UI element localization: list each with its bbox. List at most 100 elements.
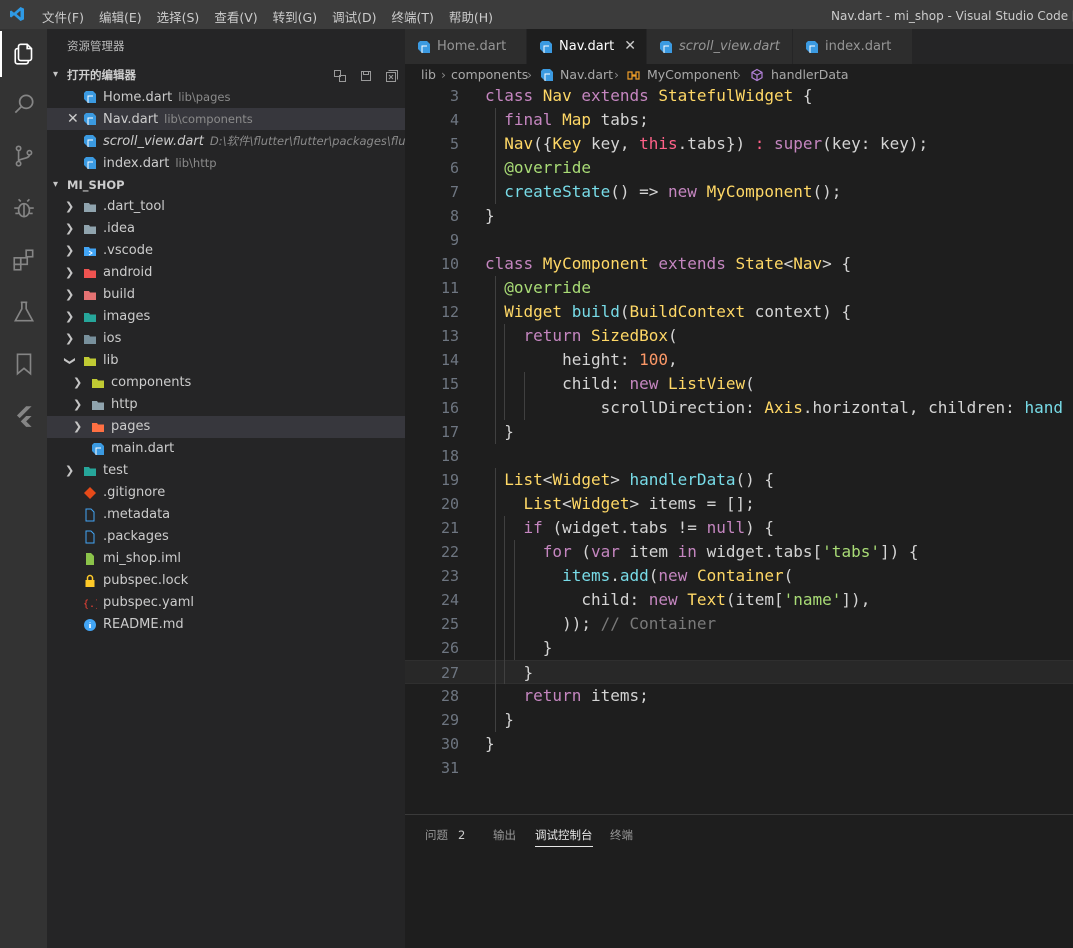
code-line[interactable]: 12 Widget build(BuildContext context) {: [405, 300, 1073, 324]
code-token: key,: [590, 134, 640, 153]
code-line[interactable]: 19 List<Widget> handlerData() {: [405, 468, 1073, 492]
close-icon[interactable]: ✕: [67, 108, 79, 130]
tree-file-gitignore[interactable]: .gitignore: [47, 482, 405, 504]
ios-folder-icon: [84, 335, 96, 344]
code-text: final Map tabs;: [485, 108, 649, 132]
code-token: if: [523, 518, 553, 537]
panel-tab-output[interactable]: 输出: [493, 827, 516, 843]
menu-go[interactable]: 转到(G): [273, 7, 317, 26]
close-all-icon[interactable]: [385, 68, 399, 82]
save-all-icon[interactable]: [359, 68, 373, 82]
code-editor[interactable]: 3 class Nav extends StatefulWidget {4 fin…: [405, 86, 1073, 814]
menu-selection[interactable]: 选择(S): [157, 7, 200, 26]
tree-item-label: mi_shop.iml: [103, 551, 182, 566]
explorer-icon[interactable]: [0, 31, 47, 77]
tree-file-mi-shop-iml[interactable]: mi_shop.iml: [47, 548, 405, 570]
code-line[interactable]: 30}: [405, 732, 1073, 756]
tree-folder-images[interactable]: ❯ images: [47, 306, 405, 328]
breadcrumb-item[interactable]: handlerData: [771, 64, 849, 86]
menu-terminal[interactable]: 终端(T): [391, 7, 433, 26]
tree-folder-android[interactable]: ❯ android: [47, 262, 405, 284]
code-token: ) {: [745, 518, 774, 537]
code-text: }: [485, 420, 514, 444]
new-untitled-file-icon[interactable]: [333, 68, 347, 82]
extensions-icon[interactable]: [0, 237, 47, 283]
code-line[interactable]: 3 class Nav extends StatefulWidget {: [405, 86, 1073, 108]
line-number: 28: [440, 687, 459, 705]
code-line[interactable]: 31: [405, 756, 1073, 780]
tab-nav-dart[interactable]: Nav.dart ✕: [527, 29, 647, 64]
tree-folder-dart-tool[interactable]: ❯ .dart_tool: [47, 196, 405, 218]
code-line[interactable]: 29 }: [405, 708, 1073, 732]
bookmarks-icon[interactable]: [0, 341, 47, 387]
tree-item-label: .metadata: [103, 507, 171, 522]
code-line[interactable]: 11 @override: [405, 276, 1073, 300]
open-editor-item[interactable]: Home.dart lib\pages: [47, 86, 405, 108]
code-token: 'name': [783, 590, 842, 609]
panel-tab-problems[interactable]: 问题 2: [425, 827, 465, 843]
menu-debug[interactable]: 调试(D): [332, 7, 376, 26]
tree-file-readme[interactable]: README.md: [47, 614, 405, 636]
tree-folder-idea[interactable]: ❯ .idea: [47, 218, 405, 240]
tree-file-main-dart[interactable]: main.dart: [47, 438, 405, 460]
breadcrumb-item[interactable]: MyComponent: [647, 64, 738, 86]
tree-file-packages[interactable]: .packages: [47, 526, 405, 548]
code-token: ]) {: [879, 542, 919, 561]
tab-index-dart[interactable]: index.dart: [793, 29, 913, 64]
tree-folder-test[interactable]: ❯ test: [47, 460, 405, 482]
panel-tab-terminal[interactable]: 终端: [610, 827, 633, 843]
tree-folder-ios[interactable]: ❯ ios: [47, 328, 405, 350]
code-line[interactable]: 17 }: [405, 420, 1073, 444]
menu-edit[interactable]: 编辑(E): [99, 7, 142, 26]
breadcrumb-item[interactable]: Nav.dart: [560, 64, 613, 86]
open-editor-item[interactable]: index.dart lib\http: [47, 152, 405, 174]
debug-icon[interactable]: [0, 185, 47, 231]
breadcrumb-item[interactable]: lib: [421, 64, 436, 86]
code-token: :: [754, 134, 774, 153]
tree-folder-vscode[interactable]: ❯ .vscode: [47, 240, 405, 262]
search-icon[interactable]: [0, 81, 47, 127]
code-line[interactable]: 10 class MyComponent extends State<Nav> {: [405, 252, 1073, 276]
code-token: class: [485, 86, 543, 105]
code-line[interactable]: 8}: [405, 204, 1073, 228]
open-editor-path: lib\components: [164, 112, 253, 126]
tree-folder-pages[interactable]: ❯ pages: [47, 416, 405, 438]
tree-item-label: pages: [111, 419, 151, 434]
menu-view[interactable]: 查看(V): [214, 7, 257, 26]
breadcrumb-item[interactable]: components: [451, 64, 528, 86]
code-line[interactable]: 9: [405, 228, 1073, 252]
dart-file-icon: [418, 41, 430, 53]
open-editor-item[interactable]: scroll_view.dart D:\软件\flutter\flutter\pa…: [47, 130, 405, 152]
test-icon[interactable]: [0, 289, 47, 335]
tree-folder-build[interactable]: ❯ build: [47, 284, 405, 306]
code-line[interactable]: 28 return items;: [405, 684, 1073, 708]
flutter-icon[interactable]: [0, 393, 47, 439]
panel-tab-debug-console[interactable]: 调试控制台: [535, 827, 593, 847]
code-token: Widget: [552, 470, 611, 489]
code-line[interactable]: 6 @override: [405, 156, 1073, 180]
tree-file-pubspec-lock[interactable]: pubspec.lock: [47, 570, 405, 592]
open-editor-item-active[interactable]: ✕ Nav.dart lib\components: [47, 108, 405, 130]
tree-folder-lib[interactable]: ❯ lib: [47, 350, 405, 372]
tree-folder-http[interactable]: ❯ http: [47, 394, 405, 416]
tab-scroll-view-dart[interactable]: scroll_view.dart: [647, 29, 793, 64]
code-line[interactable]: 18: [405, 444, 1073, 468]
tree-file-metadata[interactable]: .metadata: [47, 504, 405, 526]
code-token: List: [504, 470, 543, 489]
code-line[interactable]: 20 List<Widget> items = [];: [405, 492, 1073, 516]
menu-file[interactable]: 文件(F): [42, 7, 84, 26]
open-editors-header[interactable]: ▾ 打开的编辑器: [47, 64, 405, 86]
source-control-icon[interactable]: [0, 133, 47, 179]
tree-file-pubspec-yaml[interactable]: {.} pubspec.yaml: [47, 592, 405, 614]
tree-folder-components[interactable]: ❯ components: [47, 372, 405, 394]
line-number: 23: [440, 567, 459, 585]
code-token: handlerData: [629, 470, 736, 489]
code-line[interactable]: 7 createState() => new MyComponent();: [405, 180, 1073, 204]
tab-home-dart[interactable]: Home.dart: [405, 29, 527, 64]
menu-help[interactable]: 帮助(H): [449, 7, 493, 26]
tree-item-label: .dart_tool: [103, 199, 165, 214]
code-line[interactable]: 4 final Map tabs;: [405, 108, 1073, 132]
close-icon[interactable]: ✕: [624, 29, 636, 64]
code-line[interactable]: 5 Nav({Key key, this.tabs}) : super(key:…: [405, 132, 1073, 156]
project-header[interactable]: ▾ MI_SHOP: [47, 174, 405, 196]
